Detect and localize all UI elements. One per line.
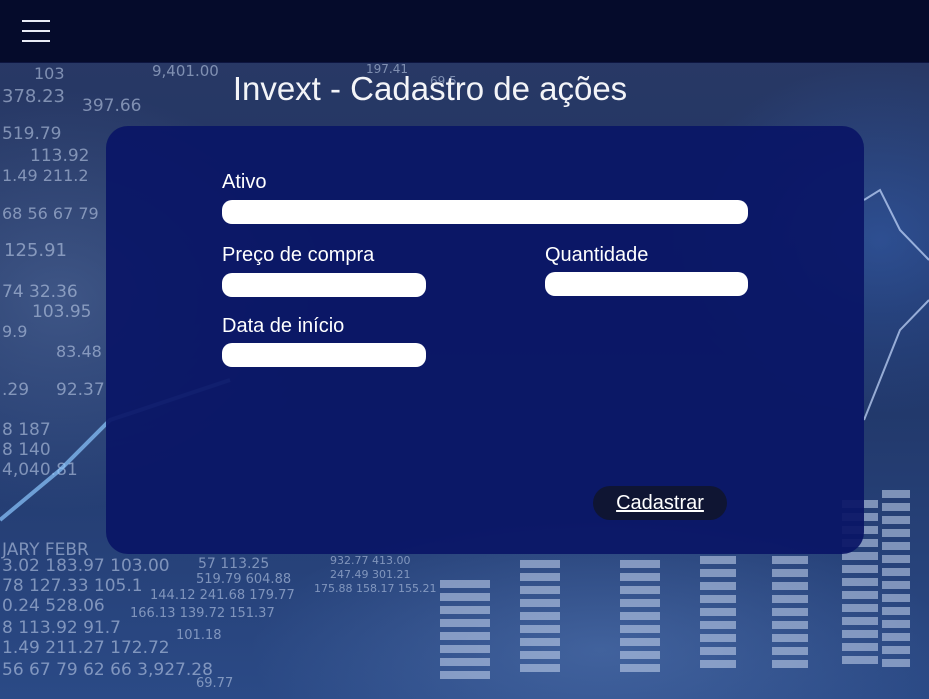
hamburger-menu-icon[interactable] <box>22 18 52 44</box>
quantidade-label: Quantidade <box>545 244 649 266</box>
quantidade-input[interactable] <box>545 272 748 296</box>
cadastrar-button[interactable]: Cadastrar <box>593 486 727 520</box>
top-bar <box>0 0 929 63</box>
preco-label: Preço de compra <box>222 244 375 266</box>
data-input[interactable] <box>222 343 426 367</box>
data-label: Data de início <box>222 315 345 337</box>
page-title: Invext - Cadastro de ações <box>232 70 628 107</box>
form-card: Ativo Preço de compra Quantidade Data de… <box>106 126 864 554</box>
preco-input[interactable] <box>222 273 426 297</box>
ativo-input[interactable] <box>222 200 748 224</box>
ativo-label: Ativo <box>222 171 267 193</box>
